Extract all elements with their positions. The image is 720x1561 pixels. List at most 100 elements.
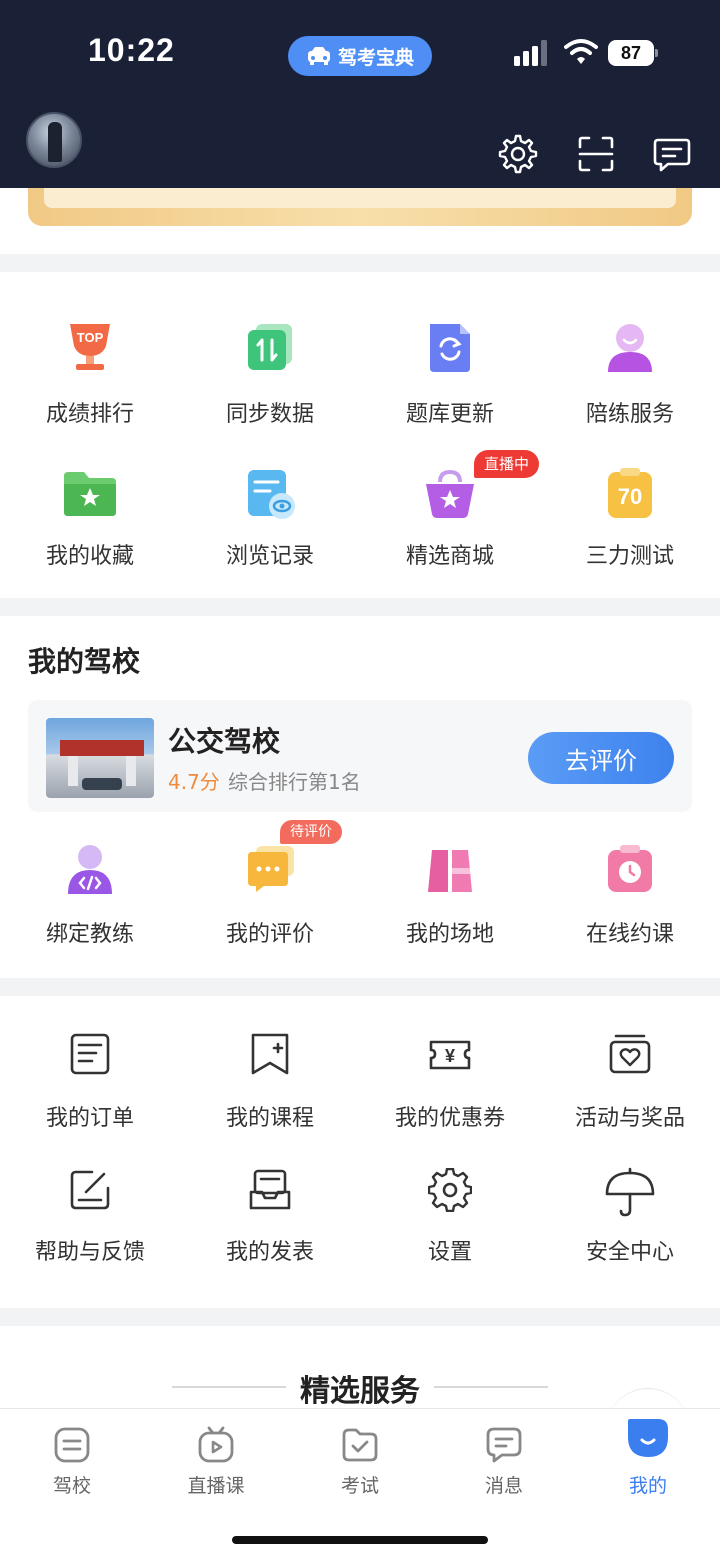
top-trophy-icon: TOP [70,324,110,370]
sync-data-icon [248,324,292,370]
live-badge: 直播中 [474,450,540,478]
app-return-pill[interactable]: 驾考宝典 [288,36,432,76]
profile-header: 10:22 驾考宝典 87 [0,0,720,188]
service-label: 活动与奖品 [574,1106,685,1131]
service-label: 我的优惠券 [394,1106,505,1131]
vip-card[interactable] [28,188,692,226]
battery-indicator: 87 [608,40,658,66]
avatar[interactable] [26,112,82,168]
school-tab-icon [54,1427,90,1463]
svg-text:70: 70 [618,484,642,509]
settings-icon[interactable] [498,134,538,174]
live-tab-icon [198,1426,234,1463]
svg-text:¥: ¥ [445,1046,455,1066]
service-label: 设置 [427,1240,472,1265]
tool-label: 同步数据 [225,402,314,427]
rate-button[interactable]: 去评价 [528,732,674,784]
tool-coach-service[interactable]: 陪练服务 [540,272,720,432]
me-tab-icon [628,1419,668,1457]
tool-score-ranking[interactable]: TOP 成绩排行 [0,272,180,432]
coupon-icon: ¥ [429,1040,471,1070]
service-activities-prizes[interactable]: 活动与奖品 [540,996,720,1146]
services-section: 我的订单 我的课程 ¥ 我的优惠券 活动与奖品 帮助与反馈 我的发表 设置 安全… [0,996,720,1308]
school-name: 公交驾校 [168,725,281,758]
service-settings[interactable]: 设置 [360,1136,540,1286]
message-tab-icon [486,1427,522,1463]
tool-three-ability-test[interactable]: 70 三力测试 [540,432,720,592]
settings-icon [428,1168,472,1212]
tab-live-course[interactable]: 直播课 [144,1409,288,1509]
history-doc-icon [248,470,295,519]
exam-tab-icon [342,1428,378,1462]
school-card[interactable]: 公交驾校 4.7分 综合排行第1名 去评价 [28,700,692,812]
car-icon [307,47,330,65]
my-venue-icon [428,850,472,892]
school-action-online-booking[interactable]: 在线约课 [540,830,720,970]
order-icon [70,1033,110,1075]
service-label: 安全中心 [585,1240,674,1265]
school-photo [46,718,154,798]
school-action-my-review[interactable]: 我的评价 待评价 [180,820,360,970]
service-safety-center[interactable]: 安全中心 [540,1136,720,1286]
umbrella-icon [605,1167,655,1217]
school-rating: 4.7分 [168,770,220,794]
refresh-doc-icon [430,324,470,372]
service-my-orders[interactable]: 我的订单 [0,996,180,1146]
tab-label: 驾校 [52,1475,91,1497]
tool-my-favorites[interactable]: 我的收藏 [0,432,180,592]
tool-label: 成绩排行 [45,402,134,427]
feedback-icon [70,1170,110,1210]
online-booking-icon [608,845,652,892]
featured-title: 精选服务 [300,1374,420,1409]
tool-label: 陪练服务 [585,402,674,427]
school-action-label: 绑定教练 [45,922,134,947]
wifi-icon [564,39,598,64]
school-action-label: 我的场地 [405,922,494,947]
tab-exam[interactable]: 考试 [288,1409,432,1509]
app-pill-label: 驾考宝典 [337,46,414,69]
pending-review-badge: 待评价 [280,820,342,844]
service-help-feedback[interactable]: 帮助与反馈 [0,1136,180,1286]
service-label: 我的订单 [45,1106,134,1131]
three-ability-test-icon: 70 [608,468,652,518]
tab-label: 消息 [484,1475,523,1497]
tool-label: 题库更新 [405,402,494,427]
tool-label: 三力测试 [585,544,674,569]
service-my-coupons[interactable]: ¥ 我的优惠券 [360,996,540,1146]
prize-icon [609,1034,651,1074]
tool-browse-history[interactable]: 浏览记录 [180,432,360,592]
service-my-courses[interactable]: 我的课程 [180,996,360,1146]
service-label: 我的课程 [225,1106,314,1131]
divider [434,1386,548,1388]
status-time: 10:22 [88,32,175,68]
message-icon[interactable] [652,134,692,174]
section-title: 我的驾校 [28,645,141,678]
tool-label: 我的收藏 [45,544,134,569]
post-icon [249,1169,291,1210]
tab-messages[interactable]: 消息 [432,1409,576,1509]
svg-text:TOP: TOP [77,330,104,345]
school-action-label: 我的评价 [225,922,314,947]
tab-school[interactable]: 驾校 [0,1409,144,1509]
tools-section: TOP 成绩排行 同步数据 题库更新 陪练服务 我的收藏 浏览记录 精选商城 直… [0,272,720,598]
course-icon [251,1033,289,1075]
tab-label: 我的 [628,1475,667,1497]
tool-select-mall[interactable]: 精选商城 直播中 [360,432,540,592]
home-indicator [232,1536,488,1544]
tab-me[interactable]: 我的 [576,1409,720,1509]
school-action-my-venue[interactable]: 我的场地 [360,830,540,970]
tool-question-update[interactable]: 题库更新 [360,272,540,432]
service-my-posts[interactable]: 我的发表 [180,1136,360,1286]
school-action-bind-coach[interactable]: 绑定教练 [0,830,180,970]
tab-label: 直播课 [187,1475,245,1497]
tool-sync-data[interactable]: 同步数据 [180,272,360,432]
shop-basket-icon [426,469,474,518]
my-review-icon [248,846,294,892]
tool-label: 精选商城 [405,544,494,569]
school-rank: 综合排行第1名 [228,770,361,794]
tab-label: 考试 [340,1475,379,1497]
bind-coach-icon [68,845,112,894]
tool-label: 浏览记录 [225,544,314,569]
scan-icon[interactable] [576,134,616,174]
favorite-folder-icon [64,472,116,516]
